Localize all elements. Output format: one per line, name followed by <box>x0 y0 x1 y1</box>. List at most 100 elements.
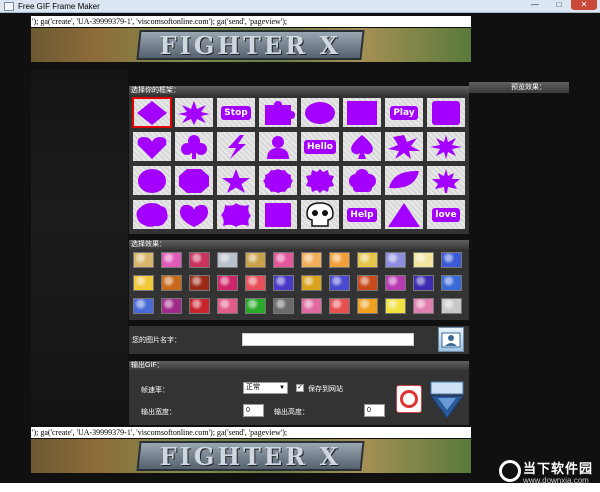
effect-option[interactable] <box>161 298 182 314</box>
effect-option[interactable] <box>329 298 350 314</box>
frame-option-octagon[interactable] <box>175 166 213 195</box>
frame-option-splash[interactable] <box>385 132 423 161</box>
photo-name-input[interactable] <box>242 333 414 346</box>
banner-bottom[interactable]: FIGHTER X <box>31 439 471 473</box>
effect-option[interactable] <box>413 275 434 291</box>
frame-option-starburst[interactable] <box>175 98 213 127</box>
frame-option-leaf[interactable] <box>385 166 423 195</box>
effect-option[interactable] <box>441 275 462 291</box>
frame-option-silhouette[interactable] <box>259 132 297 161</box>
title-bar: Free GIF Frame Maker — □ ✕ <box>0 0 600 13</box>
maximize-button[interactable]: □ <box>548 0 570 10</box>
frame-option-help[interactable]: Help <box>343 200 381 229</box>
effect-option[interactable] <box>189 275 210 291</box>
close-button[interactable]: ✕ <box>571 0 597 10</box>
frame-option-star5[interactable] <box>217 166 255 195</box>
save-disc-icon <box>400 390 418 408</box>
effect-option[interactable] <box>217 252 238 268</box>
effect-option[interactable] <box>217 275 238 291</box>
effect-option[interactable] <box>329 252 350 268</box>
effect-option[interactable] <box>133 275 154 291</box>
frame-option-play[interactable]: Play <box>385 98 423 127</box>
user-photo-button[interactable] <box>438 327 464 352</box>
effect-option[interactable] <box>189 252 210 268</box>
effect-option[interactable] <box>385 298 406 314</box>
scallop-shape-icon <box>263 168 293 193</box>
effect-option[interactable] <box>133 252 154 268</box>
rectangle-shape-icon <box>347 100 377 125</box>
frame-option-puzzle[interactable] <box>259 98 297 127</box>
frame-option-skull[interactable] <box>301 200 339 229</box>
effect-option[interactable] <box>133 298 154 314</box>
frame-option-spade[interactable] <box>343 132 381 161</box>
frames-header: 选择你的框架： <box>129 86 469 95</box>
frame-option-circle[interactable] <box>133 166 171 195</box>
effect-option[interactable] <box>245 252 266 268</box>
effects-header: 选择效果： <box>129 240 469 249</box>
frame-option-wavy-circle[interactable] <box>133 200 171 229</box>
frame-option-cloud[interactable] <box>343 166 381 195</box>
frame-option-rounded-square[interactable] <box>427 98 465 127</box>
banner-logo-text: FIGHTER X <box>159 31 342 60</box>
frame-option-badge[interactable] <box>301 166 339 195</box>
frame-option-lightning[interactable] <box>217 132 255 161</box>
effect-option[interactable] <box>273 252 294 268</box>
save-site-checkbox[interactable]: ✓ <box>296 384 304 392</box>
frame-option-maple[interactable] <box>427 166 465 195</box>
frame-option-hello[interactable]: Hello <box>301 132 339 161</box>
frame-option-love[interactable]: love <box>427 200 465 229</box>
frame-option-square[interactable] <box>259 200 297 229</box>
frame-option-blob[interactable] <box>217 200 255 229</box>
frame-option-stop[interactable]: Stop <box>217 98 255 127</box>
effect-option[interactable] <box>357 275 378 291</box>
save-gif-button[interactable] <box>396 385 422 413</box>
output-header: 输出GIF： <box>129 361 469 370</box>
save-site-label: 保存到网站 <box>308 386 343 393</box>
square-shape-icon <box>265 202 291 227</box>
effect-option[interactable] <box>217 298 238 314</box>
effect-option[interactable] <box>301 252 322 268</box>
output-panel: 输出GIF： 帧速率： 正常 ▼ ✓ 保存到网站 输出宽度： 0 输出高度： 0 <box>129 361 469 425</box>
width-input[interactable]: 0 <box>243 404 264 417</box>
effect-option[interactable] <box>357 298 378 314</box>
effect-option[interactable] <box>301 275 322 291</box>
frame-option-heart[interactable] <box>133 132 171 161</box>
effect-option[interactable] <box>189 298 210 314</box>
watermark-logo-icon <box>499 460 521 482</box>
effect-option[interactable] <box>245 275 266 291</box>
circle-shape-icon <box>138 168 166 193</box>
effect-option[interactable] <box>273 298 294 314</box>
effect-option[interactable] <box>245 298 266 314</box>
frame-option-triangle[interactable] <box>385 200 423 229</box>
frame-option-diamond[interactable] <box>132 97 172 128</box>
splash-shape-icon <box>388 134 420 159</box>
frame-label: Play <box>390 105 418 120</box>
frame-option-heart-wide[interactable] <box>175 200 213 229</box>
frame-option-rectangle[interactable] <box>343 98 381 127</box>
heart-wide-shape-icon <box>179 204 209 227</box>
frame-rate-select[interactable]: 正常 ▼ <box>243 382 288 394</box>
effect-option[interactable] <box>413 298 434 314</box>
sign-up-button[interactable] <box>428 380 466 420</box>
frame-option-ellipse[interactable] <box>301 98 339 127</box>
frame-option-club[interactable] <box>175 132 213 161</box>
lightning-shape-icon <box>228 134 246 159</box>
effect-option[interactable] <box>441 298 462 314</box>
effect-option[interactable] <box>385 275 406 291</box>
effect-option[interactable] <box>441 252 462 268</box>
effect-option[interactable] <box>273 275 294 291</box>
photo-name-panel: 您的图片名字： <box>129 326 469 354</box>
frame-option-star8[interactable] <box>427 132 465 161</box>
effect-option[interactable] <box>161 252 182 268</box>
effect-option[interactable] <box>329 275 350 291</box>
height-input[interactable]: 0 <box>364 404 385 417</box>
effect-option[interactable] <box>161 275 182 291</box>
frame-option-scallop[interactable] <box>259 166 297 195</box>
effect-option[interactable] <box>357 252 378 268</box>
frame-picker: 选择你的框架： Stop Play Hello Help love <box>129 86 469 234</box>
effect-option[interactable] <box>385 252 406 268</box>
effect-option[interactable] <box>301 298 322 314</box>
banner-top[interactable]: FIGHTER X <box>31 28 471 62</box>
minimize-button[interactable]: — <box>524 0 546 10</box>
effect-option[interactable] <box>413 252 434 268</box>
